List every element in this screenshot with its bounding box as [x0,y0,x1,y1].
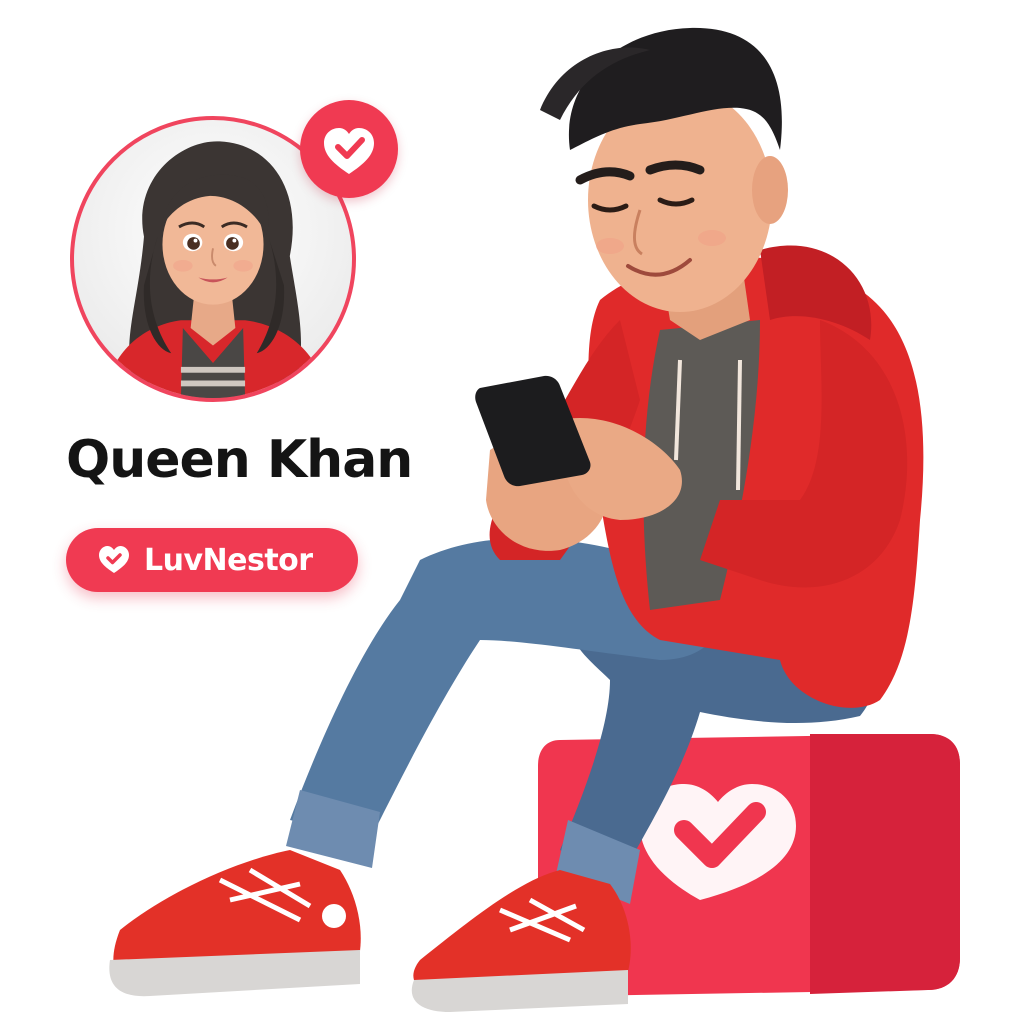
profile-card-scene: Queen Khan LuvNestor [0,0,1024,1024]
man-with-phone-illustration [109,27,960,1012]
